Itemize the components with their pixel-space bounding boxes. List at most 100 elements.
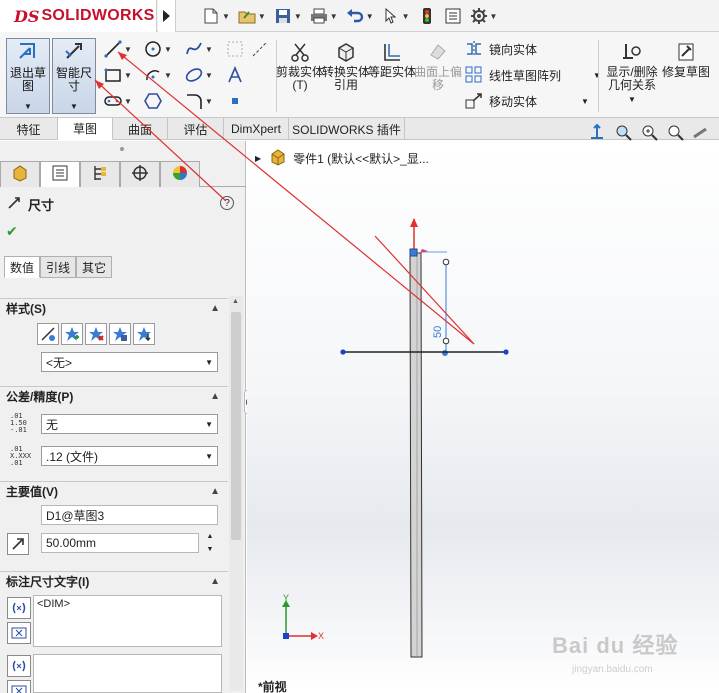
line-endpoint[interactable]: [503, 349, 509, 355]
scrollbar-thumb[interactable]: [231, 312, 241, 540]
convert-entities-button[interactable]: 转换实体引用: [320, 40, 372, 92]
chevron-down-icon[interactable]: ▼: [205, 97, 213, 106]
chevron-down-icon[interactable]: ▼: [7, 102, 49, 111]
solidworks-logo[interactable]: DS SOLIDWORKS: [0, 0, 157, 32]
configuration-manager-tab[interactable]: [80, 161, 120, 187]
arc-tool[interactable]: ▼: [143, 64, 172, 86]
zoom-to-area-icon[interactable]: [639, 122, 659, 142]
line-tool[interactable]: ▼: [103, 38, 132, 60]
zoom-to-fit-icon[interactable]: [613, 122, 633, 142]
dimension-handle[interactable]: [442, 258, 450, 266]
parentheses-button[interactable]: [7, 597, 31, 619]
spline-tool[interactable]: ▼: [184, 38, 213, 60]
options-button[interactable]: ▼: [468, 4, 500, 28]
chevron-down-icon[interactable]: ▼: [330, 12, 338, 21]
chevron-down-icon[interactable]: ▼: [205, 45, 213, 54]
feature-manager-tab[interactable]: [0, 161, 40, 187]
inspection-dimension-button[interactable]: [7, 655, 31, 677]
line-endpoint[interactable]: [340, 349, 346, 355]
chevron-down-icon[interactable]: ▼: [164, 71, 172, 80]
chevron-down-icon[interactable]: ▼: [124, 45, 132, 54]
rectangle-tool[interactable]: ▼: [103, 64, 132, 86]
repair-sketch-button[interactable]: 修复草图: [660, 40, 712, 79]
subtab-leaders[interactable]: 引线: [40, 256, 77, 278]
save-style-button[interactable]: [109, 323, 131, 345]
exit-sketch-button[interactable]: 退出草图 ▼: [6, 38, 50, 114]
help-icon[interactable]: ?: [220, 196, 234, 210]
chevron-down-icon[interactable]: ▼: [124, 71, 132, 80]
property-manager-tab[interactable]: [40, 161, 80, 187]
offset-on-surface-button[interactable]: 曲面上偏移: [412, 40, 464, 92]
chevron-down-icon[interactable]: ▼: [402, 12, 410, 21]
text-tool[interactable]: [225, 64, 245, 86]
scroll-up-arrow-icon[interactable]: ▲: [232, 298, 239, 305]
circle-tool[interactable]: ▼: [143, 38, 172, 60]
move-entities-button[interactable]: 移动实体 ▼: [464, 90, 589, 112]
add-style-button[interactable]: [61, 323, 83, 345]
chevron-down-icon[interactable]: ▼: [490, 12, 498, 21]
tab-features[interactable]: 特征: [0, 118, 58, 140]
chevron-down-icon[interactable]: ▼: [294, 12, 302, 21]
select-button[interactable]: ▼: [380, 4, 412, 28]
dimension-text-group-header[interactable]: 标注尺寸文字(I) ▲: [0, 571, 228, 591]
dimension-name-field[interactable]: D1@草图3: [41, 505, 218, 525]
collapse-caret-icon[interactable]: ▲: [210, 576, 220, 587]
style-select[interactable]: <无> ▼: [41, 352, 218, 372]
dimension-handle[interactable]: [442, 337, 450, 345]
chevron-down-icon[interactable]: ▼: [205, 358, 213, 367]
tab-dimxpert[interactable]: DimXpert: [224, 118, 289, 140]
new-document-button[interactable]: ▼: [200, 4, 232, 28]
subtab-value[interactable]: 数值: [4, 256, 41, 278]
chevron-down-icon[interactable]: ▼: [205, 71, 213, 80]
origin-point[interactable]: [409, 248, 418, 257]
chevron-down-icon[interactable]: ▼: [164, 45, 172, 54]
offset-entities-button[interactable]: 等距实体: [366, 40, 418, 79]
dimension-text-bottom-field[interactable]: [33, 654, 222, 693]
menu-expand-arrow-icon[interactable]: [158, 0, 176, 32]
chevron-down-icon[interactable]: ▼: [593, 71, 601, 80]
primary-value-group-header[interactable]: 主要值(V) ▲: [0, 481, 228, 501]
chevron-down-icon[interactable]: ▼: [205, 452, 213, 461]
chevron-down-icon[interactable]: ▼: [603, 95, 661, 104]
centerline-tool[interactable]: [250, 38, 270, 60]
file-properties-button[interactable]: [442, 4, 464, 28]
collapse-caret-icon[interactable]: ▲: [210, 391, 220, 402]
open-document-button[interactable]: ▼: [236, 4, 268, 28]
chevron-down-icon[interactable]: ▼: [258, 12, 266, 21]
collapse-caret-icon[interactable]: ▲: [210, 303, 220, 314]
chevron-down-icon[interactable]: ▼: [124, 97, 132, 106]
tolerance-type-select[interactable]: 无 ▼: [41, 414, 218, 434]
linear-pattern-button[interactable]: 线性草图阵列 ▼: [464, 64, 601, 86]
precision-select[interactable]: .12 (文件) ▼: [41, 446, 218, 466]
tab-evaluate[interactable]: 评估: [168, 118, 224, 140]
display-relations-button[interactable]: 显示/删除几何关系 ▼: [603, 40, 661, 104]
fillet-tool[interactable]: ▼: [184, 90, 213, 112]
tolerance-group-header[interactable]: 公差/精度(P) ▲: [0, 386, 228, 406]
panel-splitter-grip[interactable]: [120, 147, 124, 151]
chevron-down-icon[interactable]: ▼: [205, 420, 213, 429]
ellipse-tool[interactable]: ▼: [184, 64, 213, 86]
display-manager-tab[interactable]: [160, 161, 200, 187]
tab-sketch[interactable]: 草图: [58, 118, 113, 140]
dimension-endpoint[interactable]: [442, 350, 448, 356]
pm-scrollbar[interactable]: ▲: [229, 296, 243, 691]
chevron-down-icon[interactable]: ▼: [53, 102, 95, 111]
undo-button[interactable]: ▼: [344, 4, 376, 28]
subtab-other[interactable]: 其它: [76, 256, 113, 278]
previous-view-icon[interactable]: [665, 122, 685, 142]
slot-tool[interactable]: ▼: [103, 90, 132, 112]
save-button[interactable]: ▼: [272, 4, 304, 28]
view-orientation-icon[interactable]: [587, 122, 607, 142]
ok-checkmark-icon[interactable]: ✔: [6, 223, 18, 240]
tab-surfaces[interactable]: 曲面: [113, 118, 168, 140]
tab-solidworks-addins[interactable]: SOLIDWORKS 插件: [289, 118, 405, 140]
delete-style-button[interactable]: [85, 323, 107, 345]
mirror-entities-button[interactable]: 镜向实体: [464, 38, 537, 60]
center-dimension-button[interactable]: [7, 622, 31, 644]
dimension-text[interactable]: 50: [432, 326, 444, 338]
chevron-down-icon[interactable]: ▼: [222, 12, 230, 21]
apply-default-style-button[interactable]: [37, 323, 59, 345]
offset-text-button[interactable]: [7, 680, 31, 693]
chevron-down-icon[interactable]: ▼: [366, 12, 374, 21]
collapse-caret-icon[interactable]: ▲: [210, 486, 220, 497]
